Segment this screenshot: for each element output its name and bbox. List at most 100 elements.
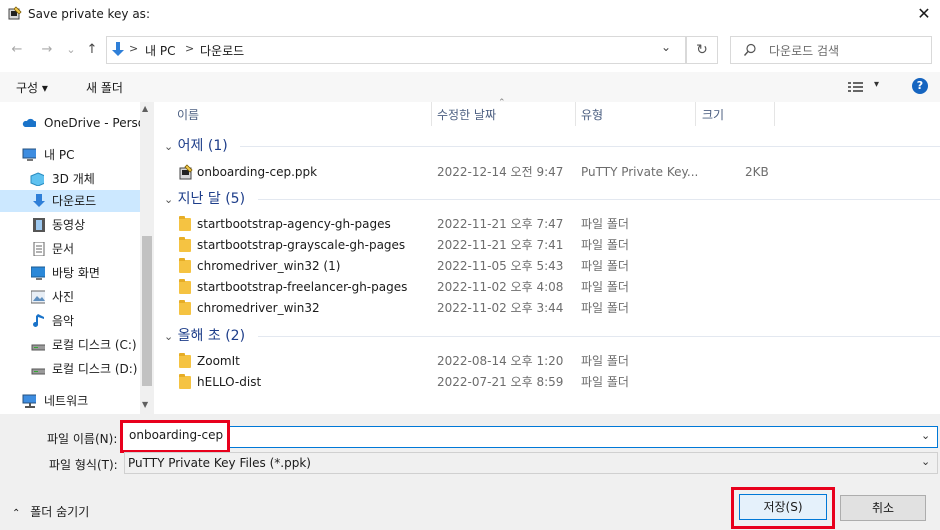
sidebar-item-network[interactable]: 네트워크 xyxy=(0,390,140,412)
help-icon[interactable]: ? xyxy=(912,78,928,94)
filetype-label: 파일 형식(T): xyxy=(49,458,118,472)
sidebar-item-local-disk-c[interactable]: 로컬 디스크 (C:) xyxy=(0,334,140,356)
folder-row[interactable]: chromedriver_win32 (1) 2022-11-05 오후 5:4… xyxy=(160,256,940,277)
folder-row[interactable]: chromedriver_win32 2022-11-02 오후 3:44 파일… xyxy=(160,298,940,319)
file-date: 2022-11-02 오후 4:08 xyxy=(437,280,564,294)
sidebar-item-downloads[interactable]: 다운로드 xyxy=(0,190,140,212)
address-bar[interactable]: > 내 PC > 다운로드 ⌄ xyxy=(106,36,686,64)
organize-button[interactable]: 구성 ▾ xyxy=(16,79,48,96)
chevron-down-icon[interactable]: ⌄ xyxy=(661,40,671,54)
cancel-button[interactable]: 취소 xyxy=(840,495,926,521)
download-icon xyxy=(112,42,124,56)
drive-icon xyxy=(31,344,45,351)
file-type: 파일 폴더 xyxy=(581,280,629,294)
folder-row[interactable]: hELLO-dist 2022-07-21 오후 8:59 파일 폴더 xyxy=(160,372,940,393)
filetype-value: PuTTY Private Key Files (*.ppk) xyxy=(128,456,311,470)
scroll-down-icon[interactable]: ▼ xyxy=(142,400,148,409)
cloud-icon xyxy=(22,118,36,127)
sidebar-item-onedrive[interactable]: OneDrive - Person xyxy=(0,112,140,134)
file-row[interactable]: onboarding-cep.ppk 2022-12-14 오전 9:47 Pu… xyxy=(160,162,940,183)
navigation-pane: OneDrive - Person 내 PC 3D 개체 다운로드 동영상 문서… xyxy=(0,102,154,414)
breadcrumb-separator: > xyxy=(185,42,195,55)
file-name: startbootstrap-grayscale-gh-pages xyxy=(197,238,406,252)
document-icon xyxy=(33,242,45,256)
sidebar-item-local-disk-d[interactable]: 로컬 디스크 (D:) xyxy=(0,358,140,380)
file-type: PuTTY Private Key... xyxy=(581,165,699,179)
view-details-icon[interactable] xyxy=(848,81,864,93)
filetype-select[interactable]: PuTTY Private Key Files (*.ppk) ⌄ xyxy=(124,452,938,474)
sidebar-item-pictures[interactable]: 사진 xyxy=(0,286,140,308)
sidebar-item-3d-objects[interactable]: 3D 개체 xyxy=(0,168,140,190)
sidebar-item-my-pc[interactable]: 내 PC xyxy=(0,144,140,166)
folder-row[interactable]: startbootstrap-freelancer-gh-pages 2022-… xyxy=(160,277,940,298)
column-divider[interactable] xyxy=(774,102,775,126)
folder-icon xyxy=(179,300,191,315)
close-icon[interactable]: ✕ xyxy=(914,3,934,25)
search-placeholder: 다운로드 검색 xyxy=(769,44,840,58)
group-header-earlier-this-year[interactable]: ⌄ 올해 초 (2) xyxy=(164,325,245,347)
hide-folders-button[interactable]: ⌃ 폴더 숨기기 xyxy=(12,503,89,520)
folder-icon xyxy=(179,374,191,389)
save-button[interactable]: 저장(S) xyxy=(739,494,827,520)
sidebar-item-desktop[interactable]: 바탕 화면 xyxy=(0,262,140,284)
scroll-up-icon[interactable]: ▲ xyxy=(142,104,148,113)
sidebar-scrollbar-thumb[interactable] xyxy=(142,236,152,386)
file-date: 2022-08-14 오후 1:20 xyxy=(437,354,564,368)
file-type: 파일 폴더 xyxy=(581,259,629,273)
back-button[interactable]: ← xyxy=(8,40,26,60)
chevron-down-icon[interactable]: ⌄ xyxy=(921,455,930,468)
picture-icon xyxy=(31,290,45,304)
search-input[interactable]: 다운로드 검색 xyxy=(730,36,932,64)
file-name: chromedriver_win32 (1) xyxy=(197,259,341,273)
search-icon xyxy=(743,43,756,56)
view-options-chevron-icon[interactable]: ▾ xyxy=(874,79,879,90)
file-date: 2022-12-14 오전 9:47 xyxy=(437,165,564,179)
file-name: ZoomIt xyxy=(197,354,240,368)
column-header-date[interactable]: 수정한 날짜 xyxy=(437,102,496,128)
group-header-last-month[interactable]: ⌄ 지난 달 (5) xyxy=(164,188,245,210)
file-type: 파일 폴더 xyxy=(581,238,629,252)
column-divider[interactable] xyxy=(431,102,432,126)
chevron-up-icon: ⌃ xyxy=(12,508,21,519)
group-divider xyxy=(258,199,940,200)
column-divider[interactable] xyxy=(575,102,576,126)
sort-indicator-icon: ⌃ xyxy=(498,98,506,108)
breadcrumb-my-pc[interactable]: 내 PC xyxy=(145,42,175,59)
putty-app-icon xyxy=(8,6,22,20)
column-header-size[interactable]: 크기 xyxy=(702,102,724,128)
refresh-button[interactable]: ↻ xyxy=(686,36,718,64)
file-date: 2022-07-21 오후 8:59 xyxy=(437,375,564,389)
file-date: 2022-11-21 오후 7:41 xyxy=(437,238,564,252)
folder-row[interactable]: startbootstrap-grayscale-gh-pages 2022-1… xyxy=(160,235,940,256)
cube-icon xyxy=(30,172,44,186)
file-name: startbootstrap-agency-gh-pages xyxy=(197,217,391,231)
file-size: 2KB xyxy=(745,165,769,179)
filename-input[interactable]: ⌄ xyxy=(124,426,938,448)
filename-value[interactable]: onboarding-cep xyxy=(129,428,223,442)
sidebar-item-documents[interactable]: 문서 xyxy=(0,238,140,260)
putty-key-icon xyxy=(179,164,193,180)
music-icon xyxy=(33,314,44,327)
folder-row[interactable]: ZoomIt 2022-08-14 오후 1:20 파일 폴더 xyxy=(160,351,940,372)
column-header-name[interactable]: 이름 xyxy=(177,102,199,128)
chevron-down-icon[interactable]: ⌄ xyxy=(921,429,930,442)
file-name: onboarding-cep.ppk xyxy=(197,165,318,179)
breadcrumb-downloads[interactable]: 다운로드 xyxy=(200,42,244,59)
file-type: 파일 폴더 xyxy=(581,375,629,389)
recent-locations-button[interactable]: ⌄ xyxy=(62,40,80,60)
forward-button[interactable]: → xyxy=(38,40,56,60)
drive-icon xyxy=(31,368,45,375)
folder-icon xyxy=(179,258,191,273)
new-folder-button[interactable]: 새 폴더 xyxy=(86,79,123,96)
folder-icon xyxy=(179,237,191,252)
file-date: 2022-11-02 오후 3:44 xyxy=(437,301,564,315)
column-header-type[interactable]: 유형 xyxy=(581,102,603,128)
column-divider[interactable] xyxy=(695,102,696,126)
folder-row[interactable]: startbootstrap-agency-gh-pages 2022-11-2… xyxy=(160,214,940,235)
sidebar-item-videos[interactable]: 동영상 xyxy=(0,214,140,236)
up-button[interactable]: ↑ xyxy=(83,40,101,60)
group-header-yesterday[interactable]: ⌄ 어제 (1) xyxy=(164,135,228,157)
group-divider xyxy=(240,146,940,147)
sidebar-item-music[interactable]: 음악 xyxy=(0,310,140,332)
network-icon xyxy=(22,394,36,408)
